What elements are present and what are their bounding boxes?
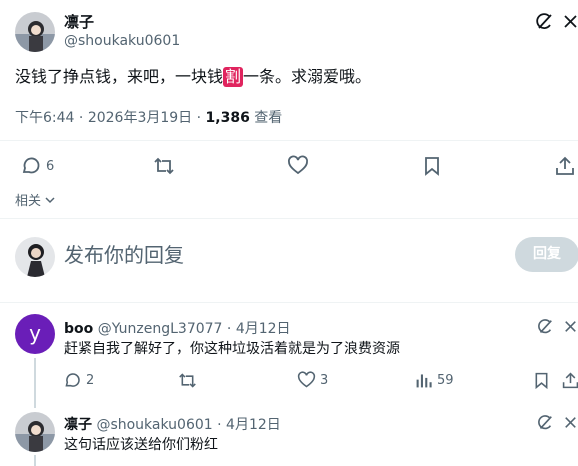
- more-icon[interactable]: [564, 320, 577, 333]
- reply-header: boo @YunzengL37077 · 4月12日: [64, 318, 291, 338]
- meta-separator: ·: [78, 110, 84, 126]
- reply-text: 赶紧自我了解好了，你这种垃圾活着就是为了浪费资源: [64, 341, 400, 357]
- more-icon[interactable]: [564, 416, 577, 429]
- bookmark-icon[interactable]: [421, 155, 443, 177]
- reply-input[interactable]: 发布你的回复: [64, 241, 184, 269]
- reply-author-handle[interactable]: @shoukaku0601: [96, 417, 212, 433]
- reply-author-name[interactable]: boo: [64, 321, 93, 337]
- retweet-icon[interactable]: [178, 371, 197, 390]
- tweet-text: 没钱了挣点钱，来吧，一块钱割一条。求溺爱哦。: [15, 65, 371, 89]
- meta-separator: ·: [196, 110, 202, 126]
- more-icon[interactable]: [563, 14, 578, 29]
- reply-reply-count: 2: [86, 373, 95, 388]
- related-label: 相关: [15, 194, 42, 209]
- share-icon[interactable]: [554, 155, 576, 177]
- author-handle[interactable]: @shoukaku0601: [64, 33, 180, 49]
- divider: [0, 218, 578, 219]
- grok-icon[interactable]: [536, 414, 554, 432]
- grok-icon[interactable]: [534, 12, 554, 32]
- reply-icon[interactable]: [63, 371, 82, 390]
- reply-date[interactable]: 4月12日: [236, 321, 291, 337]
- reply-date[interactable]: 4月12日: [226, 417, 281, 433]
- like-icon[interactable]: [287, 155, 309, 177]
- tweet-time[interactable]: 下午6:44: [15, 110, 74, 126]
- tweet-text-before: 没钱了挣点钱，来吧，一块钱: [15, 67, 224, 86]
- related-toggle[interactable]: 相关: [15, 190, 55, 209]
- reply-view-count: 59: [437, 373, 454, 388]
- meta-separator: ·: [226, 321, 232, 337]
- author-name[interactable]: 凛子: [64, 11, 94, 32]
- tweet-meta: 下午6:44 · 2026年3月19日 · 1,386 查看: [15, 107, 282, 127]
- reply-author-handle[interactable]: @YunzengL37077: [98, 321, 223, 337]
- user-avatar: [15, 237, 55, 277]
- reply-text: 这句话应该送给你们粉红: [64, 437, 218, 453]
- bookmark-icon[interactable]: [532, 371, 551, 390]
- tweet-date[interactable]: 2026年3月19日: [88, 110, 192, 126]
- reply-header: 凛子 @shoukaku0601 · 4月12日: [64, 414, 281, 434]
- grok-icon[interactable]: [536, 318, 554, 336]
- author-avatar[interactable]: [15, 12, 55, 52]
- reply-icon[interactable]: [20, 155, 42, 177]
- reply-avatar[interactable]: [15, 412, 55, 452]
- reply-avatar[interactable]: y: [15, 314, 55, 354]
- divider: [0, 140, 578, 141]
- tweet-text-after: 一条。求溺爱哦。: [243, 67, 372, 86]
- like-icon[interactable]: [297, 371, 316, 390]
- chevron-down-icon: [45, 194, 55, 209]
- divider: [0, 302, 578, 303]
- reply-author-name[interactable]: 凛子: [64, 417, 92, 433]
- reply-button[interactable]: 回复: [515, 237, 578, 272]
- views-count: 1,386: [205, 110, 250, 126]
- emoji-badge: 割: [223, 67, 244, 87]
- views-icon[interactable]: [414, 371, 433, 390]
- reply-thread-line: [34, 358, 36, 408]
- share-icon[interactable]: [561, 371, 578, 390]
- meta-separator: ·: [217, 417, 222, 433]
- reply-count: 6: [46, 159, 55, 174]
- retweet-icon[interactable]: [153, 155, 175, 177]
- reply-like-count: 3: [320, 373, 329, 388]
- views-label: 查看: [254, 110, 283, 126]
- reply-avatar-letter: y: [29, 321, 41, 345]
- reply-thread-line: [34, 455, 36, 466]
